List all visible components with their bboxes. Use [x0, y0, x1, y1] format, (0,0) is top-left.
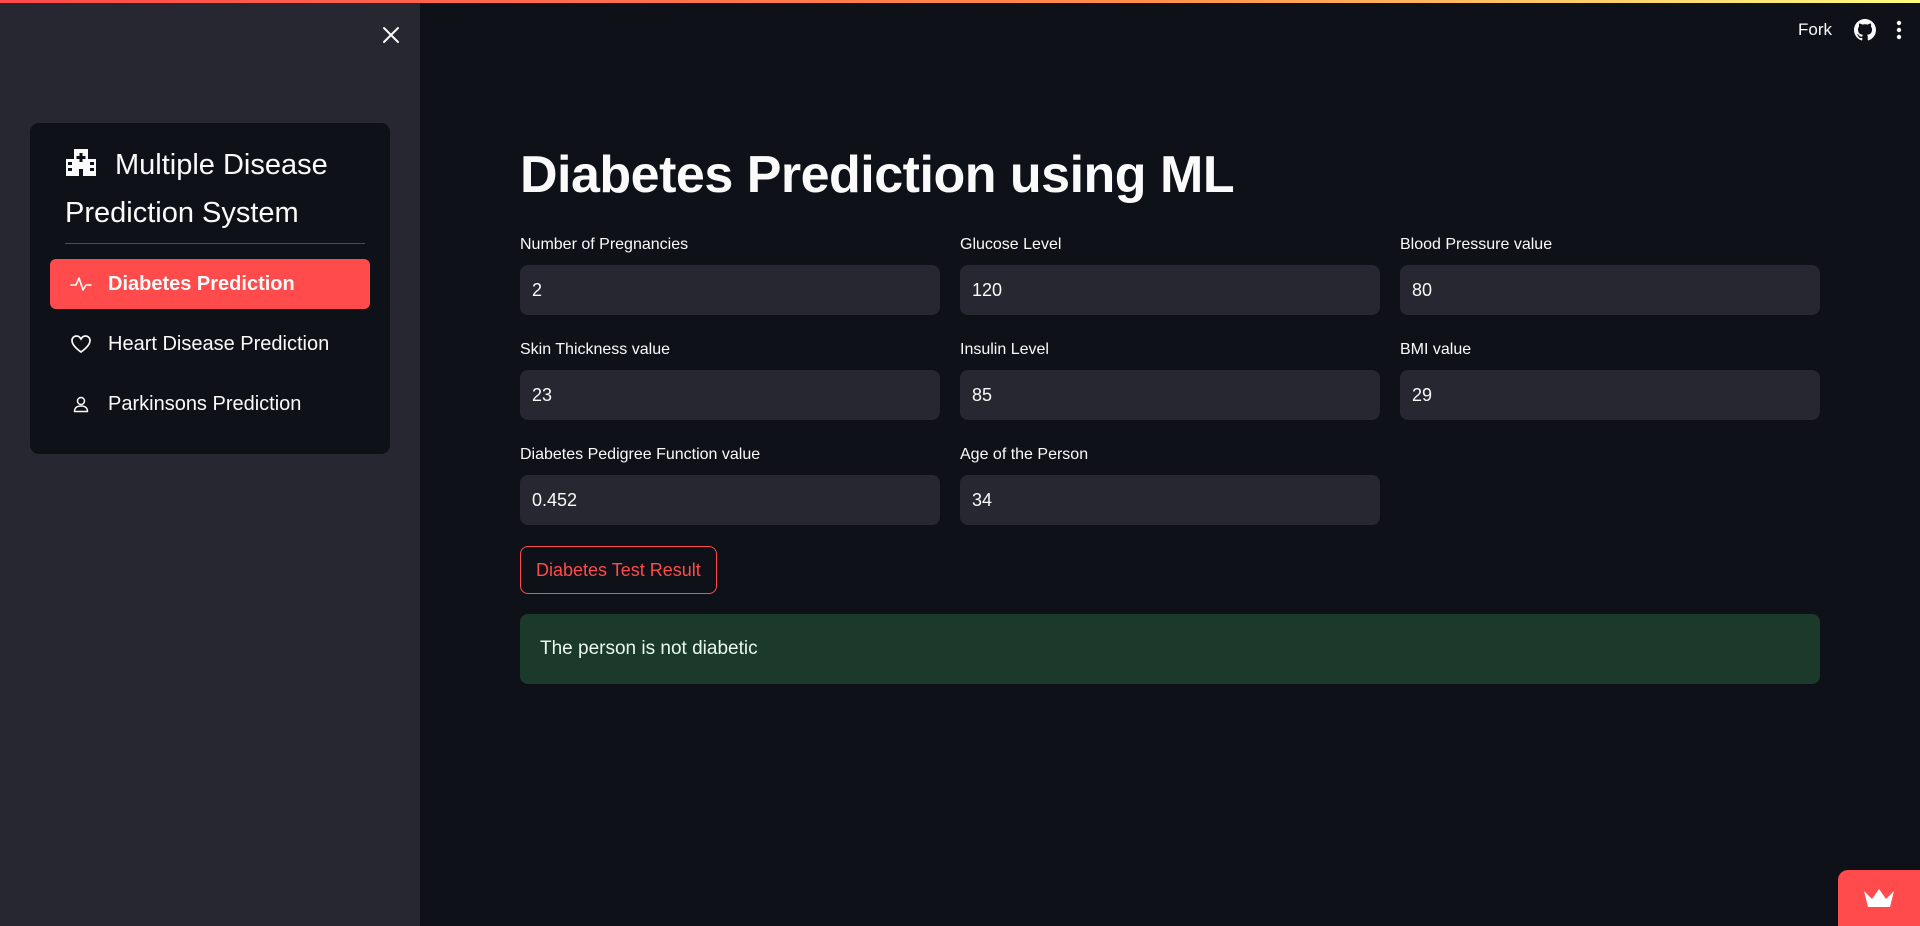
- field-pedigree: Diabetes Pedigree Function value: [520, 443, 940, 525]
- menu-title-text: Multiple Disease Prediction System: [65, 149, 328, 229]
- result-alert: The person is not diabetic: [520, 614, 1820, 684]
- field-glucose: Glucose Level: [960, 233, 1380, 315]
- field-insulin: Insulin Level: [960, 338, 1380, 420]
- activity-icon: [70, 273, 92, 295]
- field-label: Skin Thickness value: [520, 341, 670, 358]
- sidebar-item-parkinsons[interactable]: Parkinsons Prediction: [50, 379, 370, 429]
- field-pregnancies: Number of Pregnancies: [520, 233, 940, 315]
- diabetes-test-result-button[interactable]: Diabetes Test Result: [520, 546, 717, 594]
- crown-icon: [1864, 889, 1894, 907]
- github-icon[interactable]: [1854, 19, 1876, 41]
- sidebar-item-label: Parkinsons Prediction: [108, 392, 302, 415]
- glucose-input[interactable]: [960, 265, 1380, 315]
- field-label: Age of the Person: [960, 446, 1089, 463]
- close-icon: [383, 27, 399, 43]
- header-actions: Fork: [1798, 14, 1920, 46]
- field-skin-thickness: Skin Thickness value: [520, 338, 940, 420]
- menu-title: Multiple Disease Prediction System: [65, 143, 365, 236]
- top-accent-bar: [0, 0, 1920, 3]
- field-label: Glucose Level: [960, 236, 1062, 253]
- field-label: Diabetes Pedigree Function value: [520, 446, 761, 463]
- skin-thickness-input[interactable]: [520, 370, 940, 420]
- sidebar: Multiple Disease Prediction System Diabe…: [0, 0, 420, 926]
- sidebar-item-diabetes[interactable]: Diabetes Prediction: [50, 259, 370, 309]
- sidebar-item-label: Heart Disease Prediction: [108, 332, 330, 355]
- option-menu: Multiple Disease Prediction System Diabe…: [30, 123, 390, 454]
- sidebar-item-heart[interactable]: Heart Disease Prediction: [50, 319, 370, 369]
- more-menu-icon[interactable]: [1896, 20, 1902, 40]
- blood-pressure-input[interactable]: [1400, 265, 1820, 315]
- field-label: BMI value: [1400, 341, 1472, 358]
- close-sidebar-button[interactable]: [374, 18, 408, 52]
- field-age: Age of the Person: [960, 443, 1380, 525]
- age-input[interactable]: [960, 475, 1380, 525]
- menu-divider: [65, 243, 365, 244]
- person-icon: [70, 393, 92, 415]
- hospital-icon: [65, 146, 97, 191]
- heart-icon: [70, 333, 92, 355]
- field-label: Number of Pregnancies: [520, 236, 689, 253]
- field-bmi: BMI value: [1400, 338, 1820, 420]
- fork-button[interactable]: Fork: [1798, 20, 1832, 40]
- field-blood-pressure: Blood Pressure value: [1400, 233, 1820, 315]
- sidebar-item-label: Diabetes Prediction: [108, 272, 295, 295]
- field-label: Insulin Level: [960, 341, 1049, 358]
- result-message: The person is not diabetic: [540, 638, 758, 659]
- page-title: Diabetes Prediction using ML: [520, 146, 1235, 204]
- field-label: Blood Pressure value: [1400, 236, 1553, 253]
- streamlit-badge[interactable]: [1838, 870, 1920, 926]
- insulin-input[interactable]: [960, 370, 1380, 420]
- pedigree-input[interactable]: [520, 475, 940, 525]
- bmi-input[interactable]: [1400, 370, 1820, 420]
- pregnancies-input[interactable]: [520, 265, 940, 315]
